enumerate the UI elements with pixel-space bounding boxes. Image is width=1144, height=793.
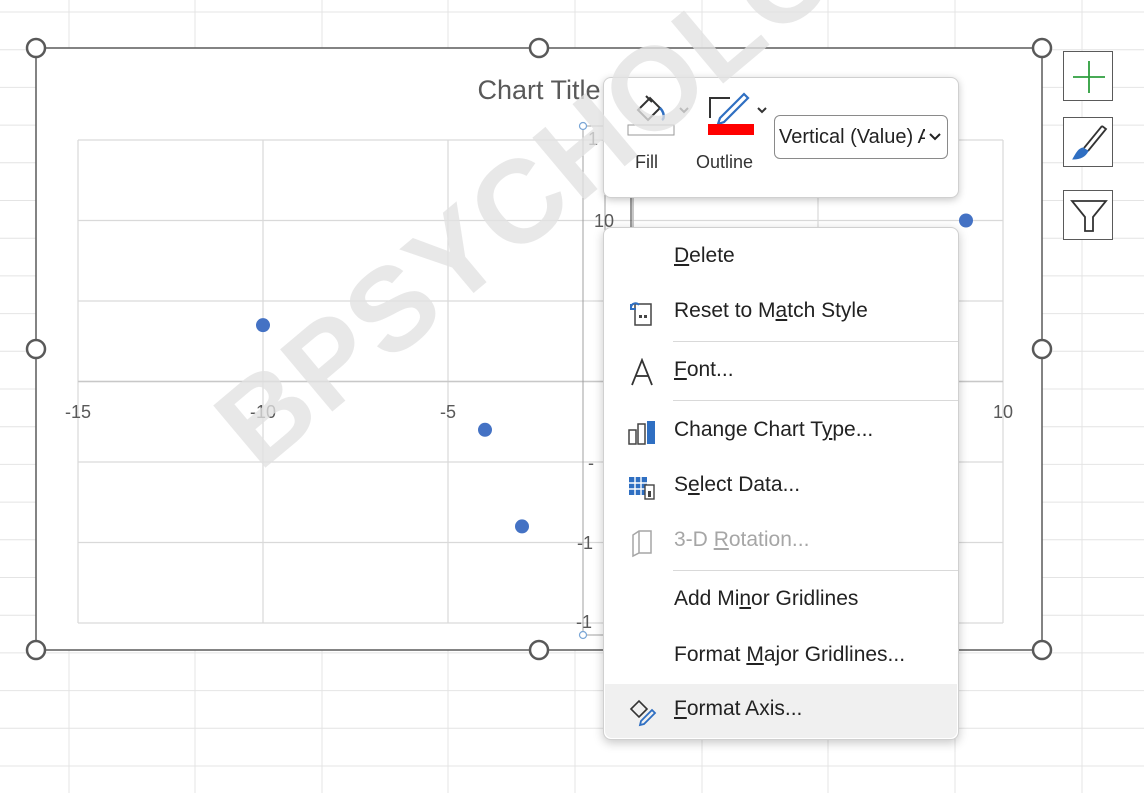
y-tick-label: -1	[577, 533, 593, 553]
change-chart-type-icon	[628, 421, 655, 445]
menu-item-label: Font...	[674, 358, 734, 381]
chart-resize-handle[interactable]	[1031, 338, 1053, 360]
chart-elements-plus-icon	[1073, 61, 1105, 93]
chart-styles-button[interactable]	[1063, 117, 1113, 167]
chart-elements-button[interactable]	[1063, 51, 1113, 101]
pen-outline-icon	[708, 92, 767, 135]
chart-resize-handle[interactable]	[25, 338, 47, 360]
menu-item-delete[interactable]: Delete	[605, 231, 957, 285]
menu-item-label: Add Minor Gridlines	[674, 587, 859, 610]
paint-bucket-icon	[627, 95, 689, 136]
scatter-chart[interactable]: Chart Title -15 -10 -5 10 110--1-1	[0, 0, 1144, 793]
menu-item-3d-rotation: 3-D Rotation...	[605, 515, 957, 569]
axis-selection-handle[interactable]	[578, 121, 588, 131]
chart-resize-handle[interactable]	[1031, 639, 1053, 661]
menu-item-label: Reset to Match Style	[674, 299, 868, 322]
y-tick-label: -	[588, 453, 594, 473]
menu-item-label: Change Chart Type...	[674, 418, 874, 441]
menu-item-label: 3-D Rotation...	[674, 528, 810, 551]
y-tick-label: 1	[588, 129, 598, 149]
fill-label: Fill	[635, 152, 658, 172]
chart-resize-handle[interactable]	[528, 639, 550, 661]
menu-separator	[673, 570, 958, 571]
menu-item-label: Format Major Gridlines...	[674, 643, 906, 666]
menu-item-select-data[interactable]: Select Data...	[605, 460, 957, 514]
select-data-icon	[629, 477, 655, 500]
context-menu: Delete Reset to Match Style Font... Chan…	[603, 227, 959, 740]
menu-item-label: Delete	[674, 244, 735, 267]
outline-button[interactable]: Outline	[696, 88, 772, 178]
y-tick-label: -1	[576, 612, 592, 632]
data-point[interactable]	[515, 519, 529, 534]
mini-toolbar: Fill Outline Vertical (Value) Axis	[603, 77, 959, 198]
data-point[interactable]	[478, 422, 492, 437]
x-tick-label: -5	[440, 402, 456, 422]
chart-resize-handle[interactable]	[25, 37, 47, 59]
menu-item-format-major-gridlines[interactable]: Format Major Gridlines...	[605, 630, 957, 684]
menu-item-label: Format Axis...	[674, 697, 803, 720]
chart-resize-handle[interactable]	[1031, 37, 1053, 59]
chevron-down-icon	[929, 133, 941, 141]
chart-filters-funnel-icon	[1070, 200, 1108, 232]
chart-resize-handle[interactable]	[528, 37, 550, 59]
menu-separator	[673, 341, 958, 342]
x-tick-label: -10	[250, 402, 276, 422]
data-point[interactable]	[256, 318, 270, 333]
menu-item-format-axis[interactable]: Format Axis...	[605, 684, 957, 738]
axis-selection-handle[interactable]	[578, 630, 588, 640]
x-tick-label: -15	[65, 402, 91, 422]
menu-item-change-chart-type[interactable]: Change Chart Type...	[605, 405, 957, 459]
chart-styles-brush-icon	[1072, 125, 1108, 160]
font-icon	[631, 358, 653, 386]
format-axis-icon	[629, 699, 657, 727]
reset-style-icon	[630, 302, 652, 326]
fill-button[interactable]: Fill	[624, 88, 694, 178]
chart-element-dropdown[interactable]: Vertical (Value) Axis	[774, 115, 948, 159]
x-tick-label: 10	[993, 402, 1013, 422]
menu-separator	[673, 400, 958, 401]
outline-label: Outline	[696, 152, 754, 172]
3d-rotation-icon	[632, 530, 652, 558]
data-point[interactable]	[959, 213, 973, 228]
menu-item-font[interactable]: Font...	[605, 345, 957, 399]
menu-item-add-minor-gridlines[interactable]: Add Minor Gridlines	[605, 574, 957, 628]
menu-item-label: Select Data...	[674, 473, 801, 496]
chart-resize-handle[interactable]	[25, 639, 47, 661]
menu-item-reset-to-match-style[interactable]: Reset to Match Style	[605, 286, 957, 340]
chart-title[interactable]: Chart Title	[477, 75, 600, 105]
chart-filters-button[interactable]	[1063, 190, 1113, 240]
chart-element-selected-value: Vertical (Value) Axis	[779, 126, 925, 148]
